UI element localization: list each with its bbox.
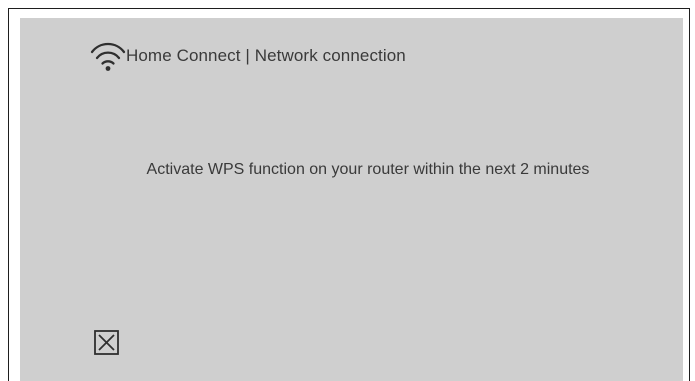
wps-instruction-message: Activate WPS function on your router wit… [146,161,590,178]
screen-title: Home Connect | Network connection [126,46,406,65]
wifi-icon [90,42,126,71]
appliance-display-screen: Home Connect | Network connection Activa… [20,18,683,381]
cancel-button[interactable] [94,330,119,355]
close-box-icon [94,330,119,355]
screen-header: Home Connect | Network connection [88,40,406,72]
